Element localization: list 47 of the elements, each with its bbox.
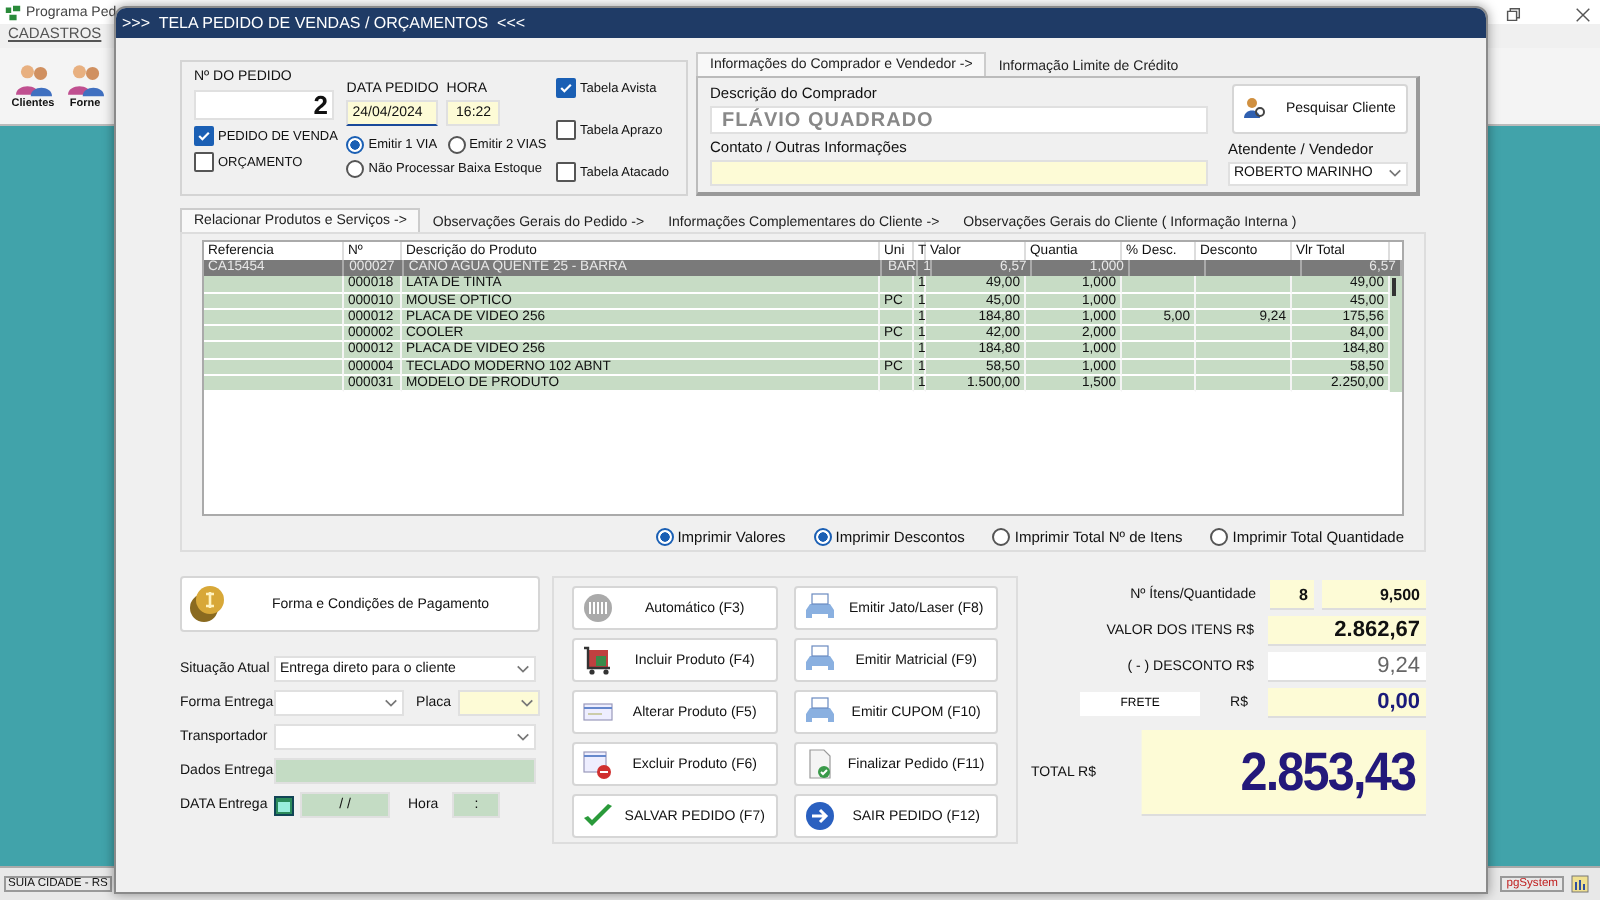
radio-button[interactable] [655,528,674,546]
restore-icon[interactable] [1504,6,1522,24]
radio-button[interactable] [346,136,365,154]
checkbox[interactable] [556,120,577,140]
caret-icon [516,664,530,674]
close-icon[interactable] [1574,6,1592,24]
contact-field[interactable] [710,160,1208,186]
printer-icon [803,592,836,624]
radio-button[interactable] [346,160,365,178]
coins-icon [188,584,228,624]
chart-icon [1570,874,1590,894]
delivery-data-field[interactable] [274,758,536,784]
radio-button[interactable] [813,528,832,546]
radio-button[interactable] [992,528,1011,546]
quantity-field: 9,500 [1322,580,1426,610]
barcode-icon [582,592,614,624]
freight-field: 0,00 [1268,688,1426,718]
checkbox[interactable] [194,126,214,146]
form-remove-icon [582,748,614,780]
document-check-icon [803,748,836,780]
items-value-field: 2.862,67 [1268,616,1426,646]
grand-total-field: 2.853,43 [1141,730,1426,816]
printer-icon [803,696,836,728]
app-icon [4,3,22,21]
checkbox[interactable] [556,78,577,98]
person-search-icon [1242,96,1266,121]
caret-icon [384,698,399,708]
people-icon [13,62,53,98]
cart-icon [582,644,614,676]
calendar-icon[interactable] [274,795,294,815]
radio-button[interactable] [1210,528,1229,546]
caret-icon [516,732,530,742]
printer-icon [803,644,836,676]
item-count-field: 8 [1270,580,1314,610]
order-number-field[interactable]: 2 [194,90,334,120]
dialog-title: >>> TELA PEDIDO DE VENDAS / ORÇAMENTOS <<< [122,14,526,32]
checkbox[interactable] [194,152,214,172]
checkbox[interactable] [556,162,577,182]
caret-icon [1388,168,1402,179]
buyer-name-field[interactable]: FLÁVIO QUADRADO [710,106,1208,134]
people-icon [65,62,105,98]
radio-button[interactable] [447,136,466,154]
discount-field: 9,24 [1268,652,1426,682]
scrollbar[interactable] [1392,278,1396,296]
caret-icon [520,698,534,708]
arrow-circle-icon [803,800,836,832]
checkmark-icon [582,800,614,832]
